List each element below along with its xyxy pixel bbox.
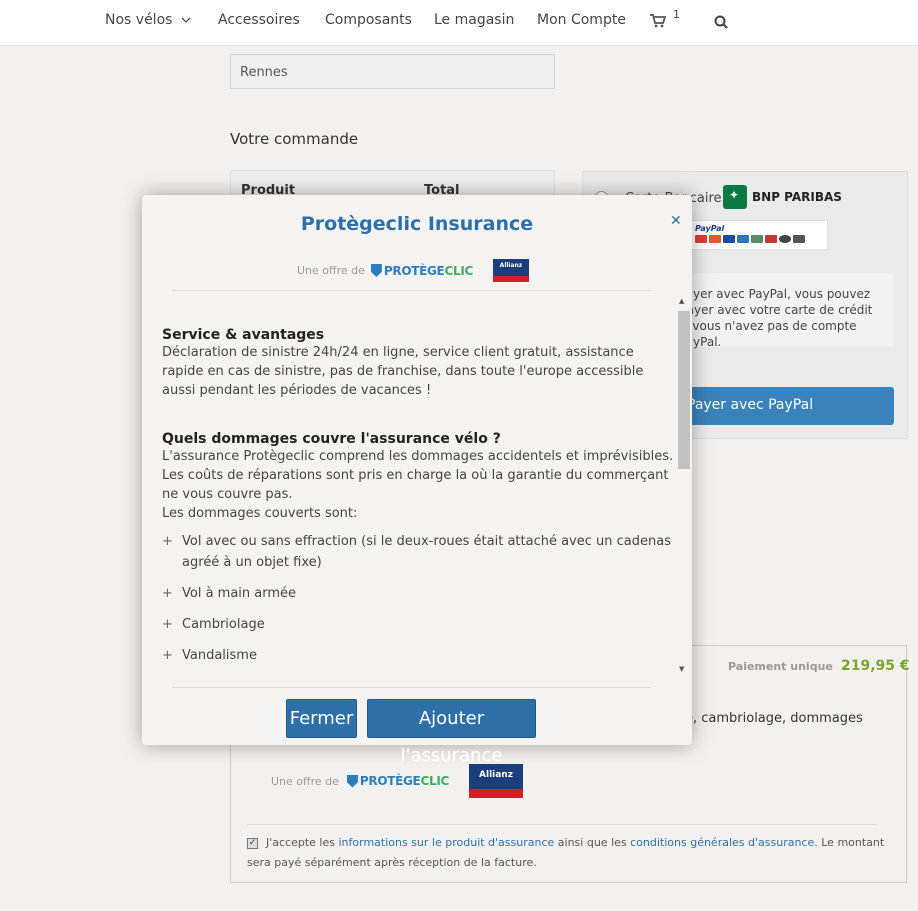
section-title: Service & avantages: [162, 327, 325, 343]
top-navigation: Nos vélos Accessoires Composants Le maga…: [0, 0, 918, 46]
add-insurance-button[interactable]: Ajouter l'assurance: [367, 699, 536, 766]
allianz-logo: Allianz: [493, 259, 529, 282]
nav-item-store[interactable]: Le magasin: [434, 12, 514, 28]
list-item: Vol avec ou sans effraction (si le deux-…: [162, 531, 674, 573]
list-item: Vandalisme: [162, 645, 674, 666]
nav-item-accessories[interactable]: Accessoires: [218, 12, 300, 28]
covered-damages-list: Vol avec ou sans effraction (si le deux-…: [162, 531, 674, 666]
nav-item-account[interactable]: Mon Compte: [537, 12, 626, 28]
modal-offer-logos: Une offre de PROTÈGECLIC Allianz: [297, 259, 529, 282]
section-text: Les coûts de réparations sont pris en ch…: [162, 468, 669, 502]
section-title: Quels dommages couvre l'assurance vélo ?: [162, 431, 501, 447]
insurance-modal: Protègeclic Insurance ✕ Une offre de PRO…: [142, 195, 692, 766]
divider: [172, 687, 651, 688]
modal-scroll-content[interactable]: Service & avantages Déclaration de sinis…: [162, 297, 674, 677]
search-button[interactable]: [714, 15, 728, 33]
section-text: Déclaration de sinistre 24h/24 en ligne,…: [162, 345, 644, 398]
section-text: Les dommages couverts sont:: [162, 506, 358, 521]
nav-item-components[interactable]: Composants: [325, 12, 412, 28]
scrollbar-thumb[interactable]: [678, 311, 690, 469]
protegeclic-logo: PROTÈGECLIC: [370, 264, 473, 278]
scroll-down-arrow-icon[interactable]: ▼: [679, 665, 684, 673]
nav-item-bikes[interactable]: Nos vélos: [105, 12, 191, 28]
chevron-down-icon: [181, 17, 191, 23]
list-item: Vol à main armée: [162, 583, 674, 604]
close-icon[interactable]: ✕: [670, 213, 682, 229]
close-button[interactable]: Fermer: [286, 699, 357, 738]
nav-item-label: Nos vélos: [105, 12, 173, 28]
divider: [172, 290, 651, 291]
cart-button[interactable]: [650, 14, 667, 32]
scroll-up-arrow-icon[interactable]: ▲: [679, 297, 684, 305]
list-item: Cambriolage: [162, 614, 674, 635]
cart-count-badge: 1: [673, 8, 680, 21]
modal-title: Protègeclic Insurance: [300, 213, 534, 235]
cart-icon: [650, 14, 667, 28]
search-icon: [714, 15, 728, 29]
modal-scrollbar[interactable]: ▲ ▼: [677, 297, 691, 677]
section-text: L'assurance Protègeclic comprend les dom…: [162, 449, 674, 464]
